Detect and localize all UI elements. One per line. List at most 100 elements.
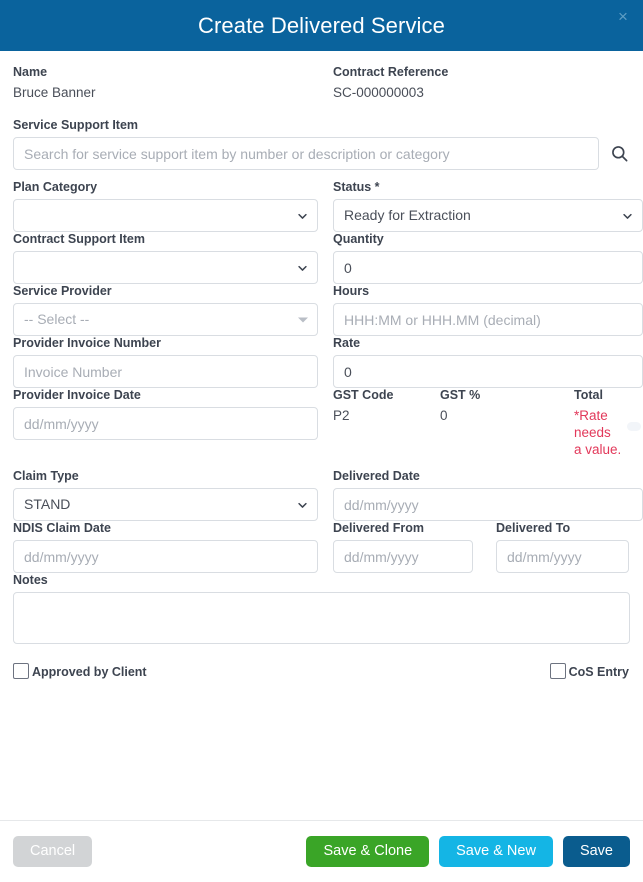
invoice-date-gst-row: Provider Invoice Date GST Code P2 GST % … xyxy=(13,388,630,458)
rate-input[interactable] xyxy=(333,355,643,388)
gst-code-block: GST Code P2 xyxy=(333,388,440,458)
total-error-line-2: a value. xyxy=(574,442,622,457)
cancel-button[interactable]: Cancel xyxy=(13,836,93,867)
rate-label: Rate xyxy=(333,336,361,350)
gst-code-label: GST Code xyxy=(333,388,394,402)
delivered-from-field: Delivered From xyxy=(333,521,473,573)
hours-label: Hours xyxy=(333,284,370,298)
summary-row: Name Bruce Banner Contract Reference SC-… xyxy=(13,65,630,101)
close-icon[interactable]: × xyxy=(612,6,632,26)
modal-footer: Cancel Save & Clone Save & New Save xyxy=(0,820,643,882)
save-and-new-button[interactable]: Save & New xyxy=(439,836,553,867)
gst-percent-block: GST % 0 xyxy=(440,388,574,458)
service-provider-selected-value: -- Select -- xyxy=(24,311,90,327)
approved-by-client-label: Approved by Client xyxy=(32,665,147,679)
plan-category-select-wrap xyxy=(13,199,318,232)
plan-category-field: Plan Category xyxy=(13,180,333,232)
hours-input[interactable] xyxy=(333,303,643,336)
delivered-range-block: Delivered From Delivered To xyxy=(333,521,643,573)
ndis-claim-date-field: NDIS Claim Date xyxy=(13,521,333,573)
provider-invoice-number-label: Provider Invoice Number xyxy=(13,336,161,350)
delivered-to-input[interactable] xyxy=(496,540,629,573)
plan-category-label: Plan Category xyxy=(13,180,98,194)
provider-invoice-number-field: Provider Invoice Number xyxy=(13,336,333,388)
gst-totals-block: GST Code P2 GST % 0 Total *Rate needs a … xyxy=(333,388,643,458)
notes-field: Notes xyxy=(13,573,630,649)
quantity-input[interactable] xyxy=(333,251,643,284)
gst-percent-label: GST % xyxy=(440,388,481,402)
summary-contract-block: Contract Reference SC-000000003 xyxy=(333,65,643,101)
service-support-item-field: Service Support Item xyxy=(13,118,630,170)
notes-label: Notes xyxy=(13,573,48,587)
contract-support-quantity-row: Contract Support Item Quantity xyxy=(13,232,643,284)
provider-invoice-date-field: Provider Invoice Date xyxy=(13,388,333,458)
ndis-delivered-range-row: NDIS Claim Date Delivered From Delivered… xyxy=(13,521,630,573)
total-label: Total xyxy=(574,388,603,402)
claim-type-delivered-date-row: Claim Type STAND Delivered Date xyxy=(13,469,643,521)
service-provider-hours-row: Service Provider -- Select -- Hours xyxy=(13,284,643,336)
scrollbar-artifact xyxy=(627,422,641,431)
provider-invoice-number-input[interactable] xyxy=(13,355,318,388)
plan-category-status-row: Plan Category Status * Ready for Extract… xyxy=(13,180,643,232)
status-label: Status * xyxy=(333,180,380,194)
service-support-item-search-row xyxy=(13,137,630,170)
save-and-clone-button[interactable]: Save & Clone xyxy=(306,836,430,867)
gst-code-value: P2 xyxy=(333,408,350,423)
rate-field: Rate xyxy=(333,336,643,388)
checkbox-row: Approved by Client CoS Entry xyxy=(13,663,630,679)
service-provider-field: Service Provider -- Select -- xyxy=(13,284,333,336)
quantity-label: Quantity xyxy=(333,232,384,246)
delivered-date-input[interactable] xyxy=(333,488,643,521)
delivered-from-label: Delivered From xyxy=(333,521,425,535)
contract-support-item-field: Contract Support Item xyxy=(13,232,333,284)
hours-field: Hours xyxy=(333,284,643,336)
provider-invoice-date-input[interactable] xyxy=(13,407,318,440)
service-support-item-input[interactable] xyxy=(13,137,599,170)
delivered-to-label: Delivered To xyxy=(496,521,571,535)
service-provider-label: Service Provider xyxy=(13,284,112,298)
footer-actions: Save & Clone Save & New Save xyxy=(306,836,630,867)
contract-reference-label: Contract Reference xyxy=(333,65,449,79)
delivered-date-label: Delivered Date xyxy=(333,469,420,483)
delivered-range-pair: Delivered From Delivered To xyxy=(333,521,643,573)
service-provider-select[interactable]: -- Select -- xyxy=(13,303,318,336)
contract-support-item-label: Contract Support Item xyxy=(13,232,145,246)
name-label: Name xyxy=(13,65,48,79)
approved-by-client-checkbox[interactable] xyxy=(13,663,29,679)
gst-percent-value: 0 xyxy=(440,408,448,423)
claim-type-field: Claim Type STAND xyxy=(13,469,333,521)
claim-type-select-wrap: STAND xyxy=(13,488,318,521)
status-select[interactable]: Ready for Extraction xyxy=(333,199,643,232)
ndis-claim-date-label: NDIS Claim Date xyxy=(13,521,111,535)
quantity-field: Quantity xyxy=(333,232,643,284)
provider-invoice-date-label: Provider Invoice Date xyxy=(13,388,141,402)
ndis-claim-date-input[interactable] xyxy=(13,540,318,573)
modal-body: Name Bruce Banner Contract Reference SC-… xyxy=(0,51,643,820)
save-button[interactable]: Save xyxy=(562,836,630,867)
contract-support-item-select-wrap xyxy=(13,251,318,284)
cos-entry-checkbox[interactable] xyxy=(549,663,566,679)
plan-category-select[interactable] xyxy=(13,199,318,232)
contract-support-item-select[interactable] xyxy=(13,251,318,284)
summary-name-block: Name Bruce Banner xyxy=(13,65,333,101)
delivered-from-input[interactable] xyxy=(333,540,473,573)
claim-type-label: Claim Type xyxy=(13,469,79,483)
delivered-to-field: Delivered To xyxy=(496,521,629,573)
cos-entry-item[interactable]: CoS Entry xyxy=(549,663,629,679)
gst-header-row: GST Code P2 GST % 0 Total *Rate needs a … xyxy=(333,388,643,458)
cos-entry-label: CoS Entry xyxy=(568,665,629,679)
status-select-wrap: Ready for Extraction xyxy=(333,199,643,232)
caret-down-icon xyxy=(298,317,308,322)
search-icon[interactable] xyxy=(608,143,630,165)
approved-by-client-item[interactable]: Approved by Client xyxy=(13,663,147,679)
delivered-date-field: Delivered Date xyxy=(333,469,643,521)
notes-textarea[interactable] xyxy=(13,592,630,644)
claim-type-select[interactable]: STAND xyxy=(13,488,318,521)
service-support-item-label: Service Support Item xyxy=(13,118,139,132)
modal-header: Create Delivered Service × xyxy=(0,0,643,51)
page-title: Create Delivered Service xyxy=(198,12,445,38)
contract-reference-value: SC-000000003 xyxy=(333,85,424,100)
status-field: Status * Ready for Extraction xyxy=(333,180,643,232)
name-value: Bruce Banner xyxy=(13,85,96,100)
create-delivered-service-modal: Create Delivered Service × Name Bruce Ba… xyxy=(0,0,643,882)
